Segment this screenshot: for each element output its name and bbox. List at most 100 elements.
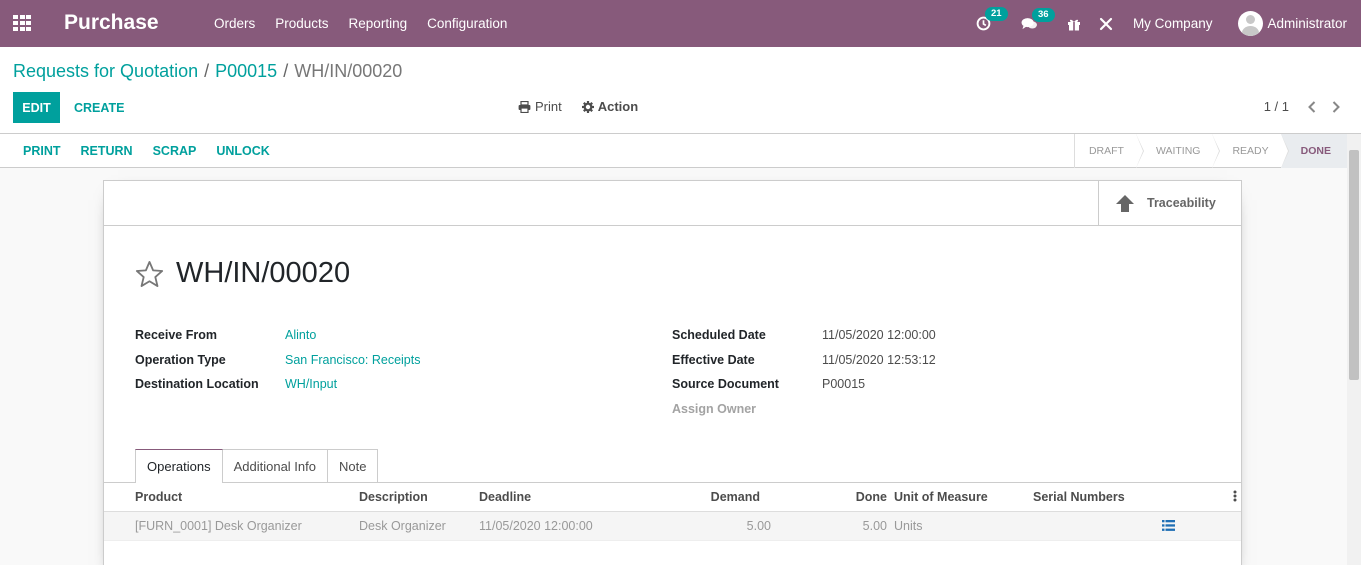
field-label: Destination Location: [135, 377, 259, 392]
col-done[interactable]: Done: [856, 490, 887, 504]
breadcrumb-po[interactable]: P00015: [215, 61, 277, 82]
col-product[interactable]: Product: [135, 490, 182, 504]
field-assign-owner: Assign Owner: [672, 397, 936, 422]
scrap-button[interactable]: SCRAP: [143, 144, 207, 158]
status-step-draft[interactable]: DRAFT: [1075, 134, 1144, 168]
field-label: Source Document: [672, 377, 779, 392]
company-name: My Company: [1132, 16, 1213, 31]
field-label: Scheduled Date: [672, 328, 766, 343]
scrollbar-thumb[interactable]: [1349, 150, 1359, 380]
pager-next-button[interactable]: [1331, 100, 1341, 113]
print-button[interactable]: PRINT: [13, 144, 71, 158]
col-demand[interactable]: Demand: [711, 490, 760, 504]
debug-tools-menu[interactable]: [1099, 17, 1113, 31]
messaging-menu[interactable]: 36: [1021, 7, 1055, 31]
cell-unit-of-measure: Units: [894, 519, 923, 533]
print-icon: [518, 100, 531, 113]
table-row[interactable]: [FURN_0001] Desk Organizer Desk Organize…: [104, 512, 1241, 541]
main-menu: Orders Products Reporting Configuration: [204, 0, 517, 47]
unlock-button[interactable]: UNLOCK: [206, 144, 279, 158]
form-statusbar: PRINT RETURN SCRAP UNLOCK DRAFT WAITING …: [0, 134, 1361, 168]
cell-product: [FURN_0001] Desk Organizer: [135, 519, 302, 533]
col-unit-of-measure[interactable]: Unit of Measure: [894, 490, 988, 504]
field-destination-location: Destination Location WH/Input: [135, 372, 420, 397]
field-source-document: Source Document P00015: [672, 372, 936, 397]
apps-menu-icon[interactable]: [13, 15, 31, 31]
edit-button[interactable]: EDIT: [13, 92, 60, 123]
field-label: Assign Owner: [672, 401, 757, 416]
smart-button-box: Traceability: [104, 181, 1241, 226]
app-name: Purchase: [64, 11, 159, 34]
gift-menu[interactable]: [1067, 17, 1081, 31]
field-label: Receive From: [135, 328, 217, 343]
form-sheet: Traceability WH/IN/00020 Receive From Al…: [103, 180, 1242, 565]
operation-type-value[interactable]: San Francisco: Receipts: [285, 353, 420, 367]
tab-operations[interactable]: Operations: [135, 449, 223, 483]
user-menu[interactable]: Administrator: [1238, 11, 1347, 36]
messages-count-badge: 36: [1031, 7, 1055, 22]
field-label: Effective Date: [672, 352, 755, 367]
traceability-button[interactable]: Traceability: [1098, 181, 1241, 225]
field-label: Operation Type: [135, 352, 226, 367]
column-options-icon[interactable]: [1233, 490, 1237, 505]
cell-deadline: 11/05/2020 12:00:00: [479, 519, 593, 533]
chevron-right-icon: [1332, 100, 1340, 113]
arrow-up-icon: [1116, 194, 1134, 212]
menu-configuration[interactable]: Configuration: [417, 16, 517, 31]
title-row: WH/IN/00020: [135, 257, 350, 290]
pager: 1 / 1: [1264, 99, 1341, 114]
pager-value[interactable]: 1 / 1: [1264, 99, 1289, 114]
pager-previous-button[interactable]: [1307, 100, 1317, 113]
action-dropdown[interactable]: Action: [581, 99, 639, 114]
detailed-operations-list-icon[interactable]: [1162, 520, 1175, 534]
control-panel: Requests for Quotation / P00015 / WH/IN/…: [0, 47, 1361, 134]
page-scrollbar[interactable]: [1347, 134, 1361, 565]
menu-products[interactable]: Products: [265, 16, 338, 31]
cell-demand: 5.00: [746, 519, 771, 533]
tab-note[interactable]: Note: [327, 449, 379, 482]
breadcrumb-separator: /: [204, 61, 210, 81]
col-deadline[interactable]: Deadline: [479, 490, 531, 504]
user-name: Administrator: [1267, 16, 1347, 31]
status-step-ready[interactable]: READY: [1212, 134, 1289, 168]
print-dropdown[interactable]: Print: [518, 99, 562, 114]
statusbar-buttons: PRINT RETURN SCRAP UNLOCK: [13, 134, 280, 168]
top-navbar: Purchase Orders Products Reporting Confi…: [0, 0, 1361, 47]
destination-location-value[interactable]: WH/Input: [285, 377, 337, 391]
tab-additional-info[interactable]: Additional Info: [221, 449, 328, 482]
cell-done: 5.00: [862, 519, 887, 533]
activity-menu[interactable]: 21: [976, 7, 1008, 31]
status-step-waiting[interactable]: WAITING: [1136, 134, 1220, 168]
company-switcher[interactable]: My Company: [1133, 16, 1213, 31]
table-header: Product Description Deadline Demand Done…: [104, 483, 1241, 512]
col-description[interactable]: Description: [359, 490, 428, 504]
status-step-done[interactable]: DONE: [1280, 134, 1347, 168]
menu-orders[interactable]: Orders: [204, 16, 265, 31]
gift-icon: [1067, 19, 1080, 30]
col-serial-numbers[interactable]: Serial Numbers: [1033, 490, 1125, 504]
create-button[interactable]: CREATE: [66, 92, 132, 123]
return-button[interactable]: RETURN: [71, 144, 143, 158]
page-title: WH/IN/00020: [176, 257, 351, 289]
sidebar-actions: Print Action: [518, 99, 638, 114]
receive-from-value[interactable]: Alinto: [285, 328, 316, 342]
systray: 21 36 My Company Administrator: [976, 0, 1361, 47]
breadcrumb: Requests for Quotation / P00015 / WH/IN/…: [13, 61, 402, 82]
menu-reporting[interactable]: Reporting: [339, 16, 418, 31]
scheduled-date-value: 11/05/2020 12:00:00: [822, 328, 936, 343]
left-field-group: Receive From Alinto Operation Type San F…: [135, 323, 420, 397]
status-steps: DRAFT WAITING READY DONE: [1073, 134, 1347, 168]
star-icon[interactable]: [135, 260, 164, 288]
operations-table: Product Description Deadline Demand Done…: [104, 483, 1241, 541]
breadcrumb-separator: /: [283, 61, 289, 81]
traceability-label: Traceability: [1147, 196, 1216, 210]
breadcrumb-rfq[interactable]: Requests for Quotation: [13, 61, 198, 82]
gear-icon: [581, 100, 594, 113]
chevron-left-icon: [1308, 100, 1316, 113]
tools-icon: [1099, 17, 1113, 30]
field-receive-from: Receive From Alinto: [135, 323, 420, 348]
notebook-tabs: Operations Additional Info Note: [135, 449, 379, 483]
effective-date-value: 11/05/2020 12:53:12: [822, 352, 936, 367]
avatar: [1238, 11, 1264, 36]
action-label: Action: [597, 99, 639, 114]
